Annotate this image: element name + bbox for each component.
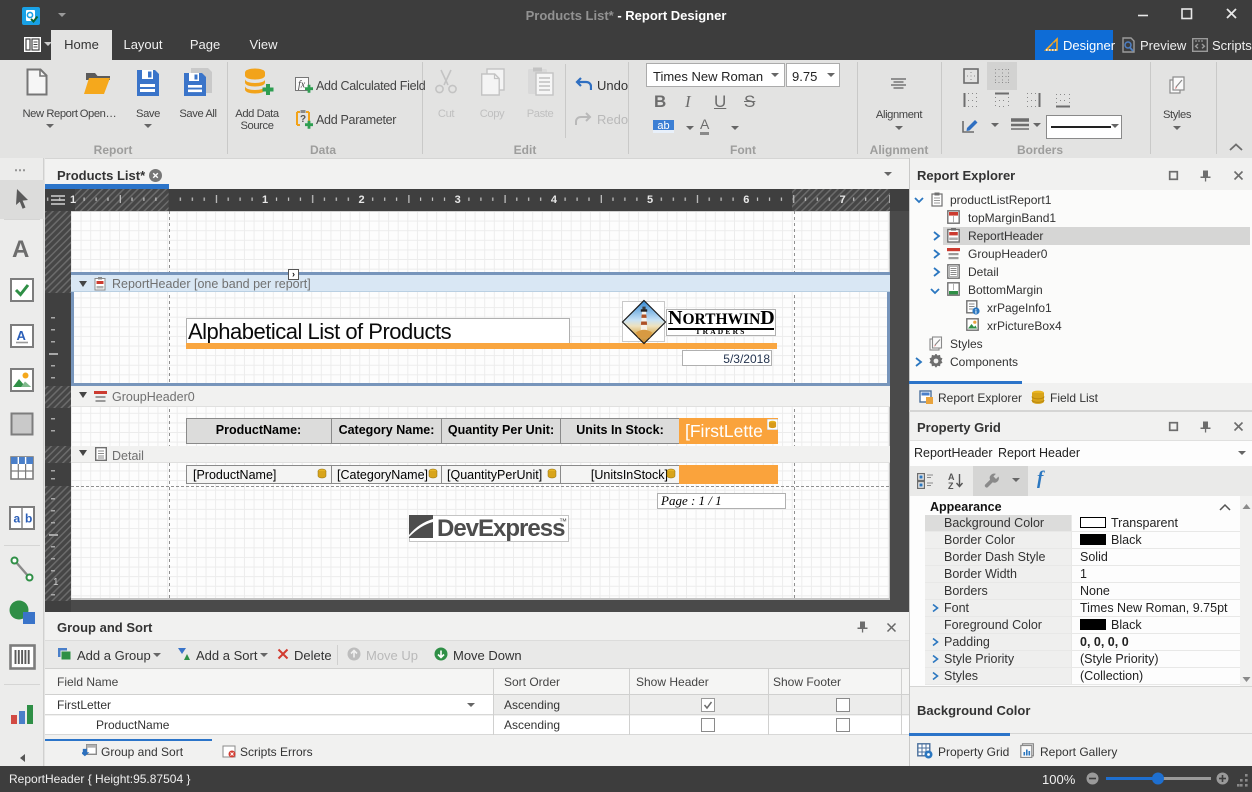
- svg-text:A: A: [17, 328, 27, 343]
- svg-text:b: b: [25, 512, 32, 526]
- svg-text:1: 1: [53, 577, 59, 588]
- svg-text:fx: fx: [298, 80, 306, 91]
- svg-text:1: 1: [70, 194, 76, 206]
- svg-text:3: 3: [455, 194, 461, 206]
- svg-text:6: 6: [743, 194, 749, 206]
- svg-text:i: i: [975, 309, 977, 315]
- svg-text:Z: Z: [948, 481, 954, 490]
- svg-text:a: a: [14, 512, 21, 526]
- svg-text:7: 7: [839, 194, 845, 206]
- svg-text:4: 4: [551, 194, 558, 206]
- svg-text:2: 2: [358, 194, 364, 206]
- svg-text:5: 5: [647, 194, 653, 206]
- svg-text:1: 1: [262, 194, 268, 206]
